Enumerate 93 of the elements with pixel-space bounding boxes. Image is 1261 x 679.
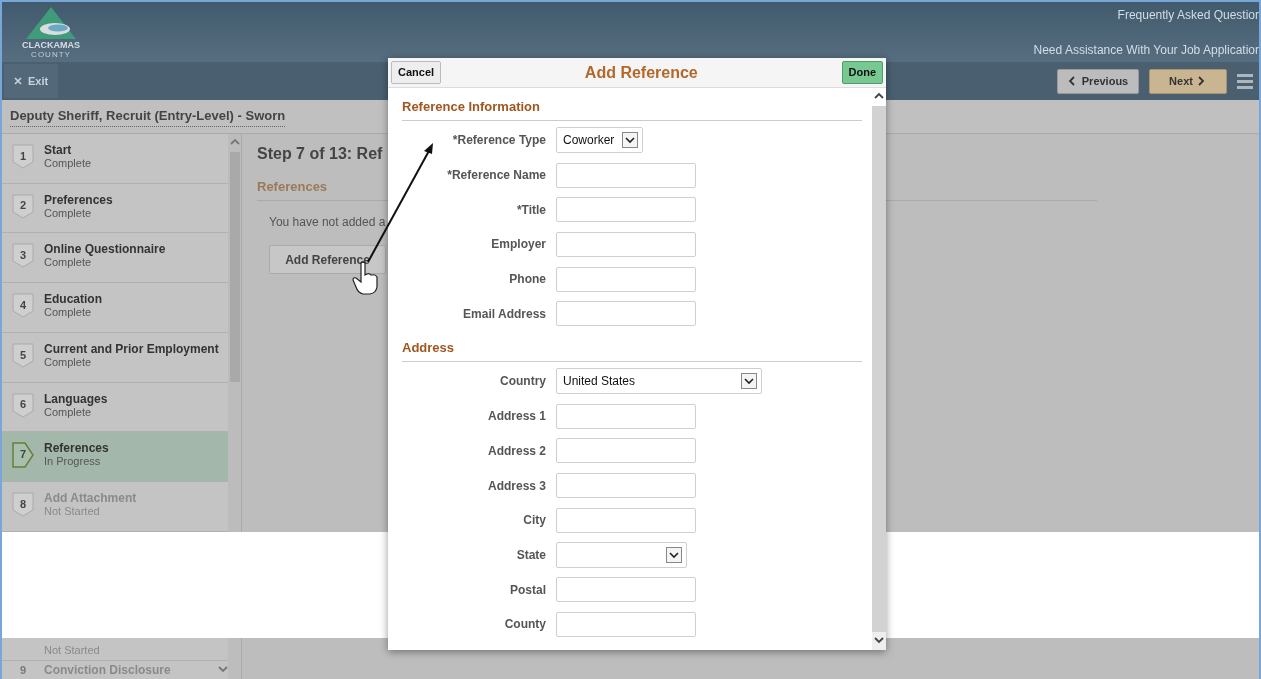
- cancel-button[interactable]: Cancel: [391, 61, 442, 84]
- step-badge: 1: [12, 144, 34, 170]
- step-title: Online Questionnaire: [44, 243, 166, 257]
- job-title: Deputy Sheriff, Recruit (Entry-Level) - Sworn: [10, 106, 286, 127]
- section-heading: References: [257, 179, 328, 194]
- step-item[interactable]: 6 Languages Complete: [2, 382, 228, 433]
- step-status: Complete: [44, 306, 93, 320]
- chevron-down-icon: [669, 550, 679, 559]
- step-title: Start: [44, 144, 73, 157]
- field-label: State: [515, 546, 547, 564]
- text-input[interactable]: [556, 266, 696, 292]
- step-item[interactable]: 4 Education Complete: [2, 283, 228, 333]
- text-input[interactable]: [556, 438, 696, 464]
- field-label: Address 1: [486, 408, 547, 426]
- logo-text: CLACKAMAS: [22, 40, 80, 50]
- menu-icon[interactable]: [1237, 72, 1253, 90]
- step-status: Complete: [44, 157, 92, 170]
- text-input[interactable]: [556, 507, 696, 533]
- field-label: *Reference Type: [451, 132, 547, 150]
- step-item[interactable]: 2 Preferences Complete: [2, 183, 228, 234]
- step-status: Complete: [44, 355, 93, 369]
- select-field[interactable]: Coworker: [556, 127, 644, 154]
- field-label: *Reference Name: [446, 167, 547, 185]
- text-input[interactable]: [556, 611, 696, 637]
- step-status: In Progress: [44, 455, 102, 469]
- step-title: Current and Prior Employment: [44, 342, 219, 356]
- step-heading: Step 7 of 13: Ref: [257, 144, 384, 164]
- step-item[interactable]: 1 Start Complete: [2, 134, 228, 184]
- dropdown-button[interactable]: [741, 373, 757, 390]
- logo-subtext: COUNTY: [31, 50, 71, 59]
- field-label: Email Address: [462, 305, 547, 323]
- step-badge: 8: [12, 492, 34, 519]
- next-button[interactable]: Next: [1149, 68, 1227, 94]
- step-status: Not Started: [44, 505, 101, 519]
- step-item[interactable]: 7 References In Progress: [2, 432, 228, 483]
- field-label: Employer: [490, 236, 547, 254]
- step-title: References: [44, 442, 109, 456]
- text-input[interactable]: [556, 301, 696, 327]
- step-title: Languages: [44, 392, 108, 406]
- step-status: Complete: [44, 256, 93, 270]
- field-label: City: [522, 512, 547, 530]
- chevron-right-icon[interactable]: [1196, 76, 1207, 86]
- text-input[interactable]: [556, 162, 696, 188]
- header-link[interactable]: Need Assistance With Your Job Applicatior: [1033, 41, 1259, 59]
- empty-message: You have not added a: [269, 215, 386, 229]
- section-heading: Reference Information: [402, 99, 540, 114]
- field-label: County: [503, 616, 547, 634]
- step-badge: 4: [12, 293, 34, 320]
- select-field[interactable]: [556, 541, 687, 568]
- step-title: Add Attachment: [44, 492, 137, 506]
- logo-icon: [25, 6, 77, 40]
- chevron-down-icon: [744, 377, 754, 386]
- text-input[interactable]: [556, 473, 696, 499]
- step-status: Complete: [44, 405, 92, 419]
- text-input[interactable]: [556, 197, 696, 223]
- step-badge: 5: [12, 342, 34, 369]
- step-badge: 2: [12, 193, 34, 220]
- field-label: *Title: [515, 201, 547, 219]
- step-status: Complete: [44, 206, 93, 220]
- step-status: Not Started: [44, 644, 100, 656]
- select-field[interactable]: United States: [556, 368, 762, 395]
- step-badge: 6: [12, 392, 34, 419]
- dialog-scrollbar[interactable]: [872, 88, 886, 650]
- field-label: Country: [499, 373, 547, 391]
- step-title: Education: [44, 293, 102, 307]
- field-label: Phone: [508, 271, 547, 289]
- section-heading: Address: [402, 340, 455, 356]
- dropdown-button[interactable]: [622, 132, 639, 149]
- previous-button[interactable]: Previous: [1057, 68, 1139, 94]
- step-title: Conviction Disclosure: [44, 662, 171, 679]
- step-item[interactable]: 5 Current and Prior Employment Complete: [2, 332, 228, 383]
- step-badge: 7: [12, 442, 34, 469]
- scroll-down-icon[interactable]: [874, 636, 884, 646]
- step-badge: 3: [12, 243, 34, 270]
- text-input[interactable]: [556, 231, 696, 257]
- step-item[interactable]: 3 Online Questionnaire Complete: [2, 233, 228, 284]
- text-input[interactable]: [556, 577, 696, 603]
- chevron-down-icon: [625, 136, 636, 145]
- done-button[interactable]: Done: [841, 61, 883, 84]
- chevron-left-icon[interactable]: [1067, 76, 1078, 86]
- step-title: Preferences: [44, 193, 113, 207]
- dialog-title: Add Reference: [584, 62, 698, 83]
- select-value: Coworker: [563, 132, 615, 150]
- field-label: Address 2: [486, 442, 547, 460]
- field-label: Postal: [509, 581, 547, 599]
- exit-button[interactable]: Exit: [4, 64, 59, 98]
- select-value: United States: [563, 373, 636, 391]
- text-input[interactable]: [556, 403, 696, 429]
- dropdown-button[interactable]: [666, 546, 682, 563]
- step-number: 9: [18, 662, 28, 678]
- header-link[interactable]: Frequently Asked Questior: [1117, 6, 1259, 24]
- close-icon: [14, 77, 22, 85]
- field-label: Address 3: [486, 477, 547, 495]
